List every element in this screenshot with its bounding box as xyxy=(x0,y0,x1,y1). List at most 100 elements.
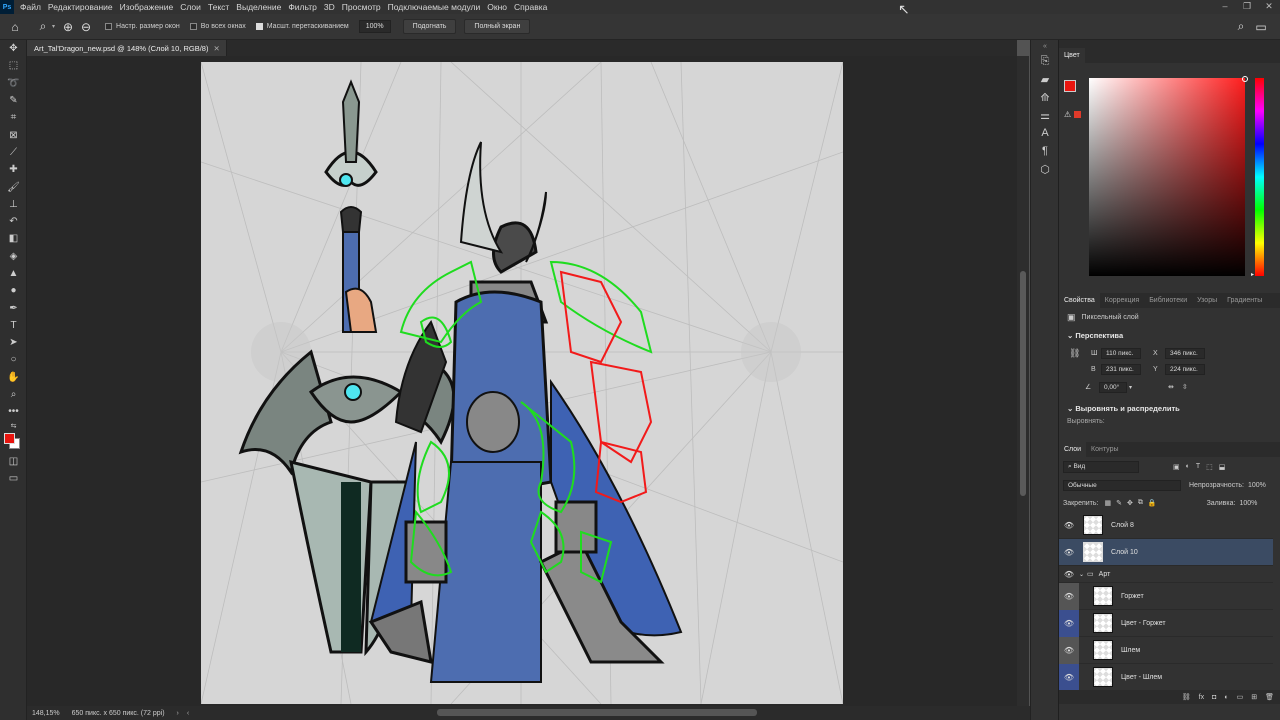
paragraph-panel-icon[interactable]: ¶ xyxy=(1031,142,1059,160)
tab-properties[interactable]: Свойства xyxy=(1059,293,1100,308)
menu-3d[interactable]: 3D xyxy=(324,2,335,12)
visibility-eye-icon[interactable]: 👁 xyxy=(1059,512,1079,539)
3d-panel-icon[interactable]: ⬡ xyxy=(1031,160,1059,178)
angle-field[interactable]: 0,00° xyxy=(1099,381,1127,393)
pen-tool-icon[interactable]: ✒ xyxy=(0,299,27,316)
filter-smart-object-icon[interactable]: ⬓ xyxy=(1219,463,1226,471)
foreground-color-swatch[interactable] xyxy=(4,432,15,444)
quick-mask-icon[interactable]: ◫ xyxy=(0,453,27,470)
visibility-eye-icon[interactable]: 👁 xyxy=(1059,609,1079,637)
y-field[interactable]: 224 пикс. xyxy=(1165,364,1205,375)
menu-select[interactable]: Выделение xyxy=(236,2,281,12)
layer-row[interactable]: 👁 Слой 8 xyxy=(1059,512,1273,539)
close-icon[interactable]: ✕ xyxy=(1258,0,1280,14)
brush-tool-icon[interactable]: 🖌 xyxy=(0,178,27,195)
zoom-level[interactable]: 148,15% xyxy=(32,710,60,717)
zoom-in-icon[interactable]: ⊕ xyxy=(59,20,77,34)
layer-filter-kind[interactable]: ⌕ Вид xyxy=(1063,460,1139,473)
paint-bucket-tool-icon[interactable]: ◈ xyxy=(0,248,27,265)
history-panel-icon[interactable]: ⎘ xyxy=(1031,52,1059,70)
fit-screen-button[interactable]: Подогнать xyxy=(402,19,457,34)
flip-vertical-icon[interactable]: ⇳ xyxy=(1182,383,1188,391)
lock-artboard-icon[interactable]: ⧉ xyxy=(1138,499,1143,507)
minimize-icon[interactable]: – xyxy=(1214,0,1236,14)
scroll-left-icon[interactable]: ‹ xyxy=(187,710,189,717)
horizontal-scroll-thumb[interactable] xyxy=(437,709,757,716)
search-icon[interactable]: ⌕ xyxy=(1232,19,1250,34)
menu-edit[interactable]: Редактирование xyxy=(48,2,113,12)
home-icon[interactable]: ⌂ xyxy=(6,20,24,34)
lock-all-icon[interactable]: 🔒 xyxy=(1148,499,1157,507)
lock-image-icon[interactable]: ✎ xyxy=(1116,499,1122,507)
link-dimensions-icon[interactable]: ⛓ xyxy=(1069,348,1091,359)
history-brush-tool-icon[interactable]: ↶ xyxy=(0,213,27,230)
flip-horizontal-icon[interactable]: ⇹ xyxy=(1168,383,1174,391)
filter-pixel-icon[interactable]: ▣ xyxy=(1173,463,1180,471)
zoom-tool-icon[interactable]: ⌕ xyxy=(0,386,27,403)
blur-tool-icon[interactable]: ▲ xyxy=(0,265,27,282)
crop-tool-icon[interactable]: ⌗ xyxy=(0,109,27,126)
link-layers-icon[interactable]: ⛓ xyxy=(1182,693,1191,701)
color-picker-marker[interactable] xyxy=(1242,76,1248,82)
tab-color[interactable]: Цвет xyxy=(1059,48,1085,63)
vertical-scroll-thumb[interactable] xyxy=(1020,271,1026,496)
screen-mode-icon[interactable]: ▭ xyxy=(0,470,27,487)
height-field[interactable]: 231 пикс. xyxy=(1101,364,1141,375)
swap-colors-icon[interactable]: ⇆ xyxy=(0,421,27,431)
menu-filter[interactable]: Фильтр xyxy=(288,2,317,12)
width-field[interactable]: 110 пикс. xyxy=(1101,348,1141,359)
hue-slider-handle-icon[interactable]: ▸ xyxy=(1251,271,1254,278)
perspective-section-title[interactable]: ⌄ Перспектива xyxy=(1059,326,1280,345)
align-section-title[interactable]: ⌄ Выровнять и распределить xyxy=(1059,399,1280,418)
clone-stamp-tool-icon[interactable]: ⊥ xyxy=(0,196,27,213)
menu-plugins[interactable]: Подключаемые модули xyxy=(388,2,481,12)
quick-select-tool-icon[interactable]: ✎ xyxy=(0,92,27,109)
menu-layers[interactable]: Слои xyxy=(180,2,201,12)
gamut-color-chip[interactable] xyxy=(1074,111,1081,118)
frame-tool-icon[interactable]: ⊠ xyxy=(0,126,27,143)
foreground-color-swatch[interactable] xyxy=(1064,80,1076,92)
restore-icon[interactable]: ❐ xyxy=(1236,0,1258,14)
new-adjustment-icon[interactable]: ◐ xyxy=(1224,694,1228,701)
x-field[interactable]: 346 пикс. xyxy=(1165,348,1205,359)
collapse-panels-icon[interactable]: « xyxy=(1031,40,1059,52)
tab-patterns[interactable]: Узоры xyxy=(1192,297,1222,304)
visibility-eye-icon[interactable]: 👁 xyxy=(1059,539,1079,566)
zoom-value-field[interactable]: 100% xyxy=(358,20,391,33)
delete-layer-icon[interactable]: 🗑 xyxy=(1265,693,1274,701)
tab-libraries[interactable]: Библиотеки xyxy=(1144,297,1192,304)
marquee-tool-icon[interactable]: ⬚ xyxy=(0,57,27,74)
menu-view[interactable]: Просмотр xyxy=(342,2,381,12)
fullscreen-button[interactable]: Полный экран xyxy=(464,19,531,34)
fx-icon[interactable]: fx xyxy=(1199,694,1204,701)
close-tab-icon[interactable]: ✕ xyxy=(214,44,220,53)
filter-type-icon[interactable]: T xyxy=(1196,463,1200,470)
vertical-scrollbar[interactable] xyxy=(1017,56,1029,706)
new-group-icon[interactable]: ▭ xyxy=(1237,693,1244,701)
angle-chevron-icon[interactable]: ▾ xyxy=(1129,384,1132,391)
workspace-icon[interactable]: ▭ xyxy=(1252,20,1270,34)
layer-row[interactable]: 👁 Горжет xyxy=(1059,582,1273,610)
filter-shape-icon[interactable]: ⬚ xyxy=(1206,463,1213,471)
artwork-canvas[interactable] xyxy=(200,61,844,705)
dodge-tool-icon[interactable]: ● xyxy=(0,282,27,299)
eyedropper-tool-icon[interactable]: ⟋ xyxy=(0,144,27,161)
character-panel-icon[interactable]: A xyxy=(1031,124,1059,142)
photoshop-logo-icon[interactable]: Ps xyxy=(0,0,14,14)
move-tool-icon[interactable]: ✥ xyxy=(0,40,27,57)
brush-settings-icon[interactable]: ⟰ xyxy=(1031,88,1059,106)
layer-row-selected[interactable]: 👁 Слой 10 xyxy=(1059,539,1273,566)
zoom-tool-icon[interactable]: ⌕ xyxy=(34,19,52,34)
tab-gradients[interactable]: Градиенты xyxy=(1222,297,1267,304)
zoom-out-icon[interactable]: ⊖ xyxy=(77,20,95,34)
layer-row[interactable]: 👁 Цвет - Шлем xyxy=(1059,663,1273,690)
all-windows-checkbox[interactable]: Во всех окнах xyxy=(189,23,246,30)
eraser-tool-icon[interactable]: ◧ xyxy=(0,230,27,247)
menu-text[interactable]: Текст xyxy=(208,2,229,12)
visibility-eye-icon[interactable]: 👁 xyxy=(1059,663,1079,690)
adjustments-panel-icon[interactable]: ⚌ xyxy=(1031,106,1059,124)
path-select-tool-icon[interactable]: ➤ xyxy=(0,334,27,351)
healing-brush-tool-icon[interactable]: ✚ xyxy=(0,161,27,178)
layer-row[interactable]: 👁 Цвет - Горжет xyxy=(1059,609,1273,637)
visibility-eye-icon[interactable]: 👁 xyxy=(1059,582,1079,610)
